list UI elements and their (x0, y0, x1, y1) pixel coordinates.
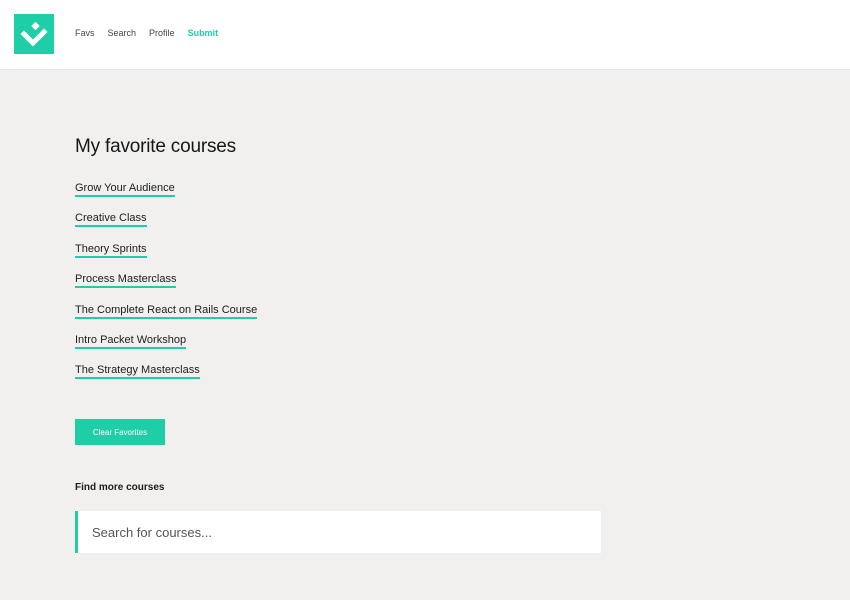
top-bar: Favs Search Profile Submit (0, 0, 850, 70)
nav-item-submit[interactable]: Submit (188, 28, 219, 38)
list-item: The Complete React on Rails Course (75, 300, 258, 330)
course-link[interactable]: Process Masterclass (75, 273, 177, 289)
course-search-input[interactable] (75, 511, 601, 553)
main-nav: Favs Search Profile Submit (75, 28, 218, 38)
nav-item-favs[interactable]: Favs (75, 28, 95, 38)
favorite-courses-list: Grow Your Audience Creative Class Theory… (75, 178, 258, 391)
list-item: Creative Class (75, 208, 257, 238)
list-item: The Strategy Masterclass (75, 360, 257, 390)
list-item: Theory Sprints (75, 239, 257, 269)
course-link[interactable]: Intro Packet Workshop (75, 333, 187, 349)
clear-favorites-button[interactable]: Clear Favorites (75, 419, 165, 445)
checkmark-logo-icon (20, 21, 48, 47)
logo[interactable] (14, 14, 54, 54)
list-item: Grow Your Audience (75, 178, 257, 208)
page-title: My favorite courses (75, 136, 236, 157)
find-more-courses-heading: Find more courses (75, 482, 165, 493)
nav-item-profile[interactable]: Profile (149, 28, 175, 38)
course-link[interactable]: The Strategy Masterclass (75, 364, 200, 380)
list-item: Intro Packet Workshop (75, 330, 257, 360)
course-link[interactable]: Creative Class (75, 212, 147, 228)
course-link[interactable]: The Complete React on Rails Course (75, 303, 258, 319)
list-item: Process Masterclass (75, 269, 257, 299)
course-link[interactable]: Theory Sprints (75, 242, 147, 258)
nav-item-search[interactable]: Search (108, 28, 137, 38)
course-link[interactable]: Grow Your Audience (75, 182, 175, 197)
